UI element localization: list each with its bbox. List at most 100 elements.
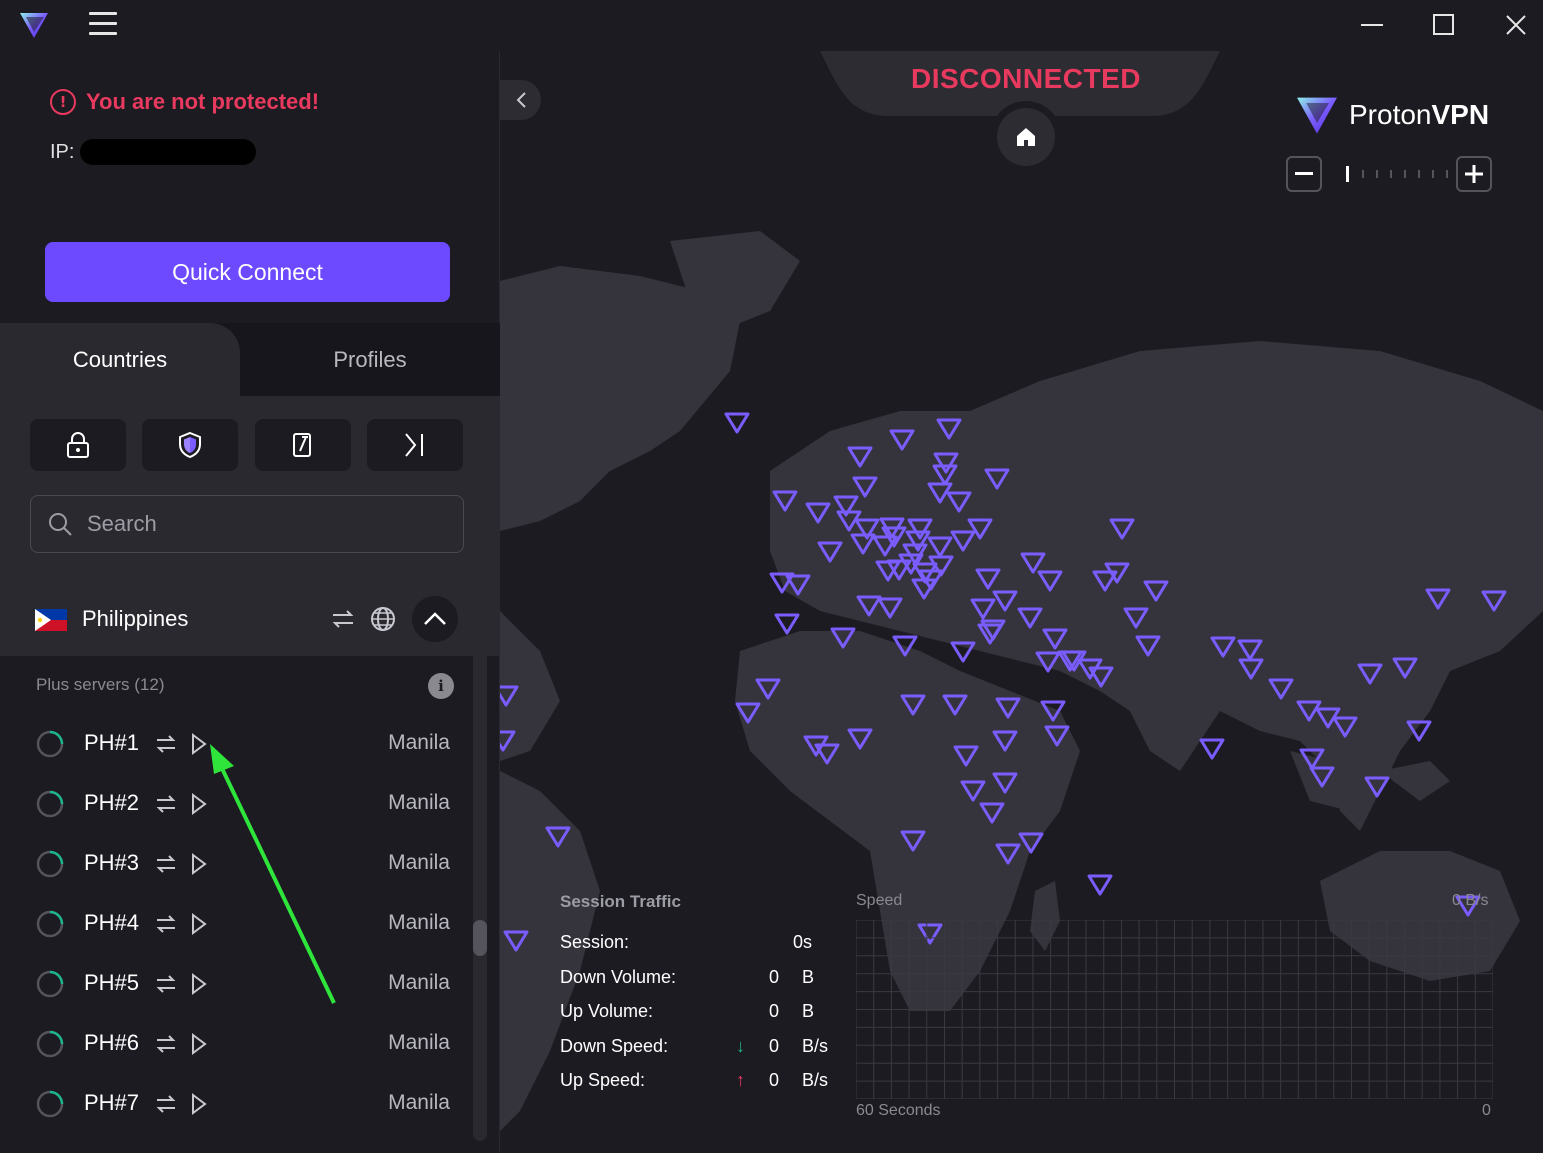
down-speed-row: Down Speed: ↓ 0 B/s [560,1036,860,1060]
shield-icon [179,431,201,459]
p2p-icon [156,1035,176,1053]
server-load-icon [36,970,64,998]
globe-icon [371,607,395,631]
server-pin-icon[interactable] [724,412,750,434]
zoom-in-button[interactable] [1456,156,1492,192]
server-load-icon [36,1030,64,1058]
philippines-flag-icon [35,609,67,631]
p2p-icon [156,795,176,813]
home-button[interactable] [990,101,1062,173]
lock-icon [67,432,89,458]
server-city: Manila [388,731,450,754]
server-load-icon [36,790,64,818]
quick-connect-button[interactable]: Quick Connect [45,242,450,302]
server-name: PH#1 [84,730,140,755]
proton-logo-icon [1297,97,1337,134]
maximize-icon[interactable] [1424,8,1464,42]
info-icon[interactable]: i [428,673,454,699]
brand-logo: ProtonVPN [1295,95,1489,135]
proton-logo-icon [20,13,48,38]
minus-icon [1295,172,1313,175]
zoom-slider[interactable] [1330,165,1450,183]
connect-play-icon[interactable] [191,1033,207,1055]
server-row-ph6[interactable]: PH#6 Manila [0,1014,470,1074]
search-icon [49,513,72,536]
search-input[interactable] [87,511,427,537]
speed-chart-label: Speed [856,892,903,909]
up-speed-value: 0 [769,1070,780,1090]
title-bar [0,0,1543,51]
server-city: Manila [388,1091,450,1114]
server-row-ph7[interactable]: PH#7 Manila [0,1074,470,1134]
speed-chart-x-right: 0 [1482,1102,1491,1119]
up-speed-unit: B/s [802,1070,829,1090]
speed-chart-grid [856,920,1493,1099]
hamburger-icon[interactable] [89,12,117,36]
plus-icon [1465,165,1483,183]
server-city: Manila [388,911,450,934]
server-city: Manila [388,791,450,814]
up-volume-row: Up Volume: 0 B [560,1001,860,1025]
connect-play-icon[interactable] [191,1093,207,1115]
down-volume-unit: B [802,967,815,987]
ip-redacted [80,139,257,165]
chevron-up-icon[interactable] [412,596,458,642]
zoom-out-button[interactable] [1286,156,1322,192]
session-traffic-title: Session Traffic [560,892,681,911]
speed-chart-unit: 0 B/s [1452,892,1489,909]
server-city: Manila [388,1031,450,1054]
search-box[interactable] [30,495,464,553]
down-volume-value: 0 [769,967,780,987]
scrollbar[interactable] [473,589,487,1141]
tab-profiles[interactable]: Profiles [240,323,500,397]
down-speed-label: Down Speed: [560,1036,669,1056]
up-arrow-icon: ↑ [736,1070,745,1090]
up-volume-unit: B [802,1001,815,1021]
server-city: Manila [388,971,450,994]
p2p-icon [156,975,176,993]
server-name: PH#2 [84,790,140,815]
down-speed-value: 0 [769,1036,780,1056]
server-pin-icon[interactable] [1087,874,1113,896]
tor-filter-button[interactable] [367,419,463,471]
server-pin-icon[interactable] [1199,738,1225,760]
p2p-icon [156,915,176,933]
annotation-arrow [210,744,336,1004]
close-icon[interactable] [1496,8,1536,42]
connection-status: DISCONNECTED [910,63,1141,94]
map-area[interactable]: DISCONNECTED ProtonVPN Session Traffic S… [500,51,1543,1153]
server-name: PH#5 [84,970,140,995]
server-name: PH#6 [84,1030,140,1055]
ip-label: IP: [50,140,75,163]
server-pin-icon[interactable] [774,613,800,635]
server-name: PH#3 [84,850,140,875]
arrow-right-bar-icon [405,433,423,457]
brand-name-vpn: VPN [1431,99,1490,130]
ip-row: IP: [50,139,257,165]
up-speed-label: Up Speed: [560,1070,646,1090]
session-value: 0s [793,932,813,952]
secure-core-filter-button[interactable] [30,419,126,471]
p2p-icon [156,735,176,753]
tab-countries[interactable]: Countries [0,323,240,397]
plus-servers-label: Plus servers (12) [36,675,165,694]
down-volume-label: Down Volume: [560,967,677,987]
country-row-philippines[interactable]: Philippines [0,584,500,656]
server-name: PH#4 [84,910,140,935]
country-name: Philippines [82,606,189,631]
chevron-left-icon [516,92,526,108]
scrollbar-thumb[interactable] [473,920,487,956]
home-icon [1017,128,1035,146]
down-speed-unit: B/s [802,1036,829,1056]
p2p-icon [156,855,176,873]
warning-text: You are not protected! [86,89,320,114]
speed-chart-x-left: 60 Seconds [856,1102,941,1119]
session-label: Session: [560,932,630,952]
protection-warning: ! You are not protected! [50,89,319,115]
down-volume-row: Down Volume: 0 B [560,967,860,991]
server-load-icon [36,730,64,758]
collapse-sidebar-button[interactable] [500,80,541,120]
netshield-filter-button[interactable] [142,419,238,471]
edit-filter-button[interactable] [255,419,351,471]
minimize-icon[interactable] [1352,8,1392,42]
